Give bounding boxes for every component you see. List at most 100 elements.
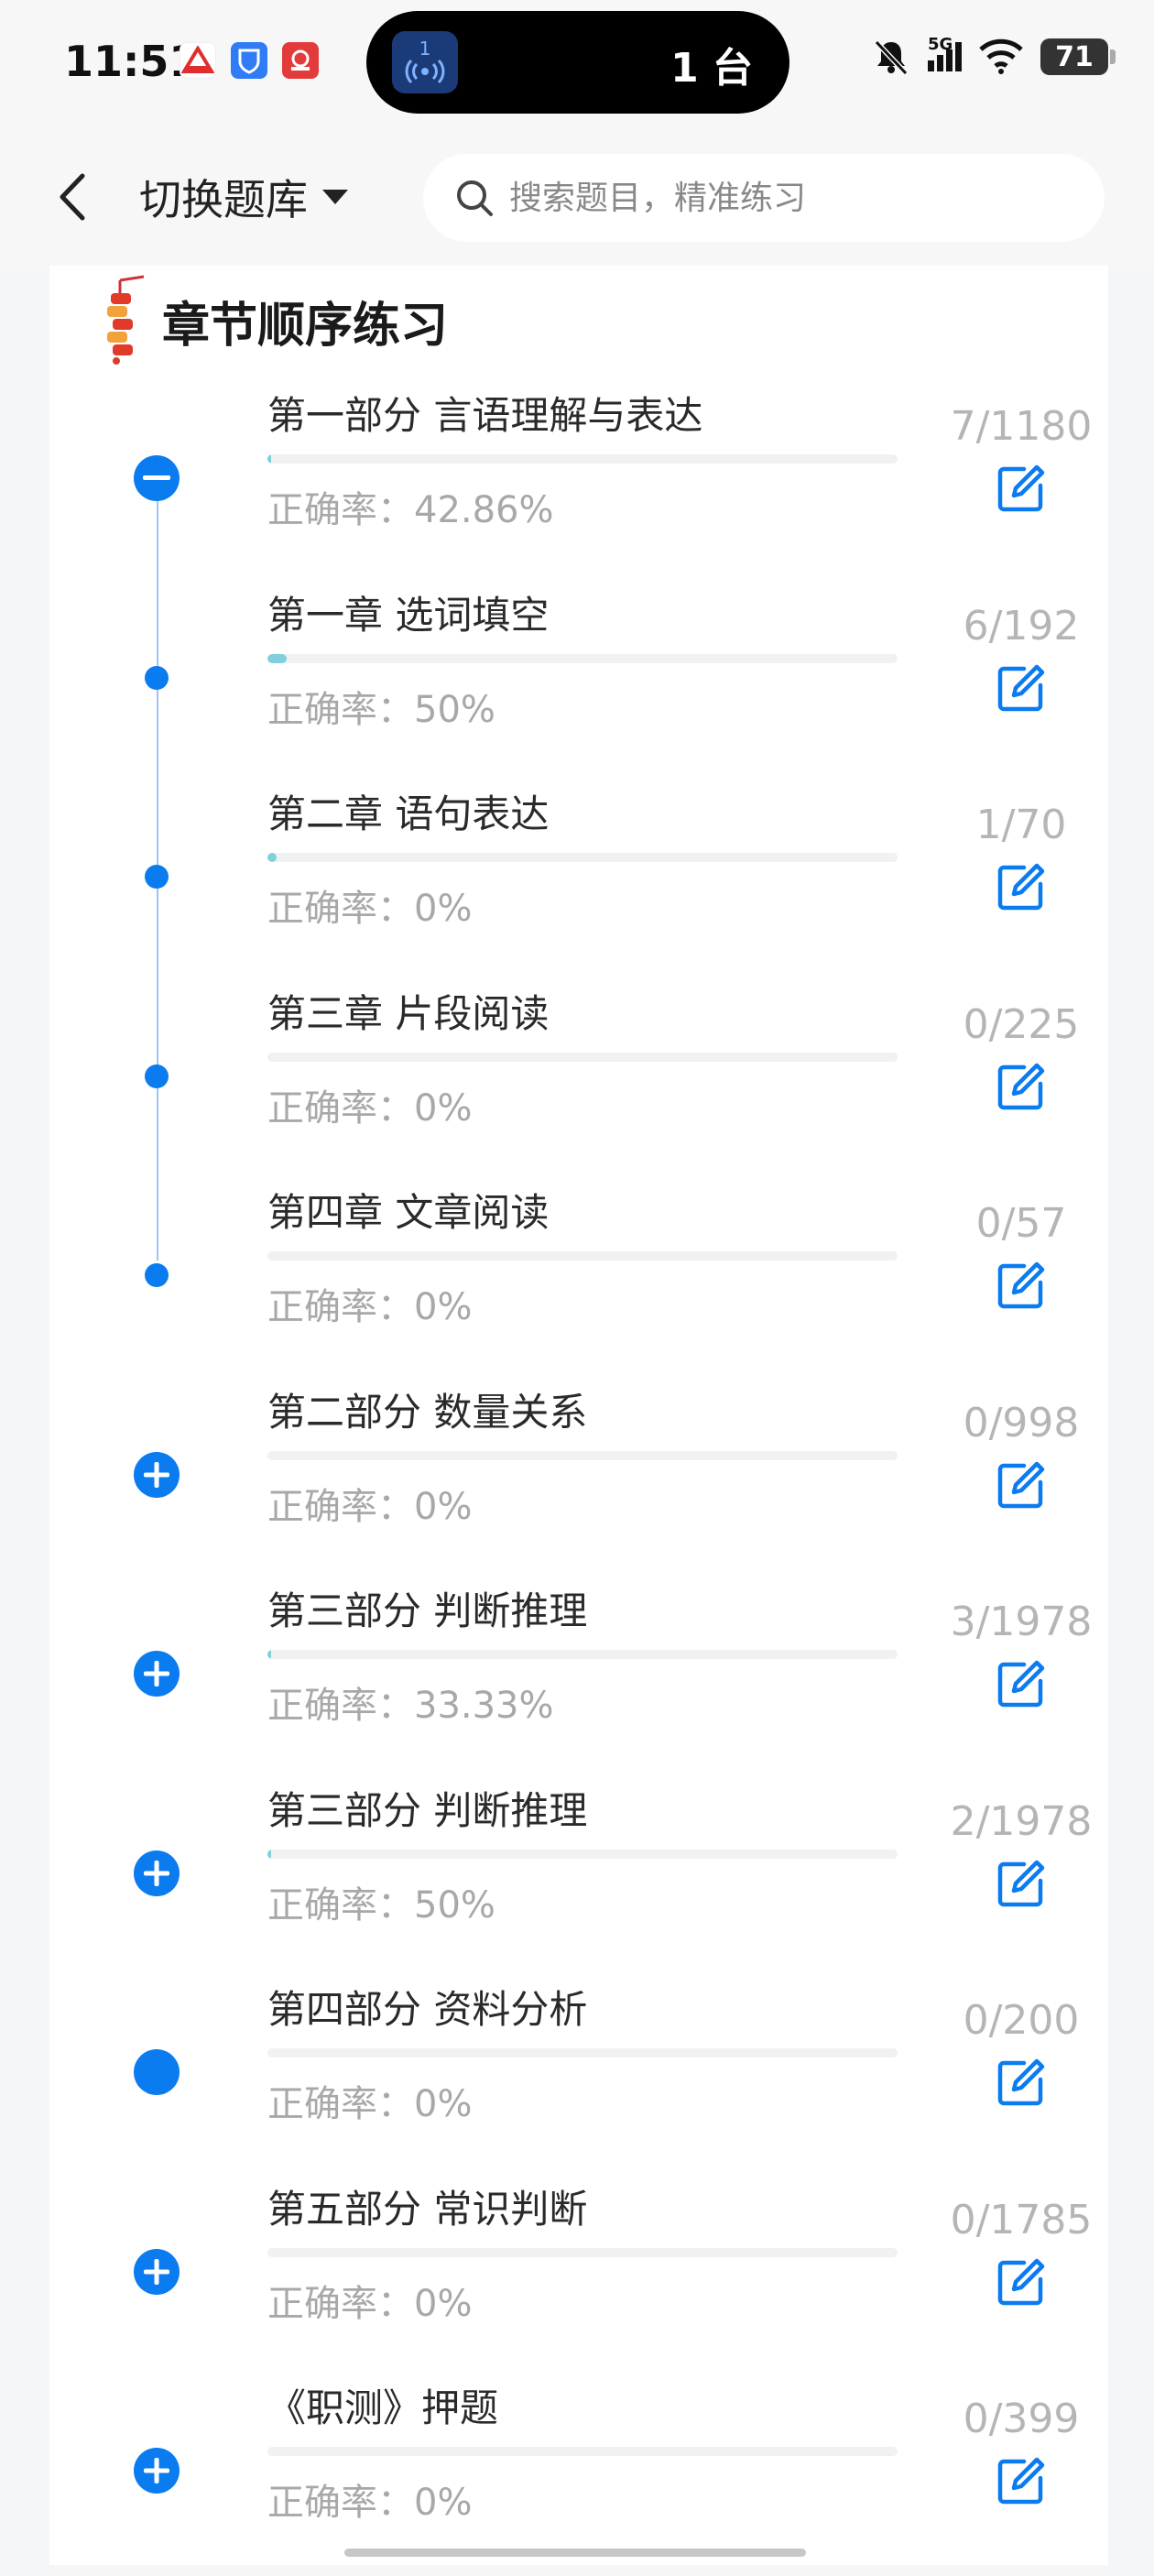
question-count: 0/1785 <box>950 2196 1093 2243</box>
accuracy-text: 正确率：50% <box>267 1883 495 1927</box>
progress-bar <box>267 2048 898 2058</box>
switch-bank-label: 切换题库 <box>139 175 308 224</box>
chapter-title: 第一章 选词填空 <box>267 592 550 638</box>
progress-bar <box>267 1052 898 1062</box>
search-input[interactable] <box>509 179 1059 217</box>
search-icon <box>457 180 493 216</box>
chapter-title: 第四章 文章阅读 <box>267 1190 550 1235</box>
progress-bar <box>267 2247 898 2257</box>
question-count: 3/1978 <box>950 1599 1093 1645</box>
edit-icon <box>997 1261 1045 1309</box>
section-title: 章节顺序练习 <box>162 298 449 354</box>
practice-edit-button[interactable] <box>989 2252 1053 2312</box>
practice-edit-button[interactable] <box>989 1056 1053 1117</box>
edit-icon <box>997 1461 1045 1508</box>
switch-bank-dropdown[interactable]: 切换题库 <box>139 165 350 229</box>
chapter-row[interactable]: 第五部分 常识判断 正确率：0% 0/1785 <box>49 2178 1108 2377</box>
chapter-row[interactable]: 第二部分 数量关系 正确率：0% 0/998 <box>49 1381 1108 1580</box>
progress-fill <box>267 454 272 464</box>
edit-icon <box>997 2457 1045 2505</box>
progress-bar <box>267 2447 898 2456</box>
practice-edit-button[interactable] <box>989 1654 1053 1714</box>
expand-plus-icon[interactable] <box>134 1451 180 1498</box>
edit-icon <box>997 1860 1045 1906</box>
island-text: 1 台 <box>670 45 753 92</box>
shopping-app-icon <box>282 42 319 79</box>
chapter-title: 第四部分 资料分析 <box>267 1987 588 2032</box>
back-button[interactable] <box>46 165 101 229</box>
battery-icon: 71 <box>1040 38 1116 75</box>
timeline-dot <box>145 1064 169 1088</box>
chapter-row[interactable]: 第一章 选词填空 正确率：50% 6/192 <box>49 584 1108 783</box>
question-count: 2/1978 <box>950 1797 1093 1845</box>
collapse-minus-icon[interactable] <box>134 455 180 501</box>
accuracy-text: 正确率：0% <box>267 2482 473 2524</box>
progress-bar <box>267 454 898 464</box>
practice-edit-button[interactable] <box>989 2052 1053 2112</box>
home-indicator[interactable] <box>344 2549 806 2557</box>
practice-edit-button[interactable] <box>989 458 1053 518</box>
progress-bar <box>267 1450 898 1460</box>
chapter-row[interactable]: 《职测》押题 正确率：0% 0/399 <box>49 2377 1108 2576</box>
question-count: 7/1180 <box>950 403 1093 450</box>
practice-edit-button[interactable] <box>989 1455 1053 1515</box>
status-right: 5G 71 <box>871 35 1116 77</box>
expand-plus-icon[interactable] <box>134 2448 180 2494</box>
timeline-dot <box>145 665 169 690</box>
chapter-title: 《职测》押题 <box>267 2385 499 2430</box>
question-count: 0/57 <box>975 1200 1067 1247</box>
chapter-row[interactable]: 第一部分 言语理解与表达 正确率：42.86% 7/1180 <box>49 385 1108 584</box>
practice-edit-button[interactable] <box>989 1853 1053 1914</box>
chapter-title: 第三部分 判断推理 <box>267 1787 588 1833</box>
expand-plus-icon[interactable] <box>134 1850 180 1896</box>
chapter-title: 第二部分 数量关系 <box>267 1389 588 1435</box>
status-time: 11:51 <box>64 37 199 86</box>
accuracy-text: 正确率：0% <box>267 888 473 930</box>
status-app-icons <box>180 42 319 79</box>
accuracy-text: 正确率：33.33% <box>267 1685 554 1727</box>
search-box[interactable] <box>423 154 1105 242</box>
chapter-row[interactable]: 第四章 文章阅读 正确率：0% 0/57 <box>49 1182 1108 1381</box>
question-count: 1/70 <box>975 802 1067 848</box>
broadcast-icon: 1 <box>392 31 458 93</box>
caret-down-icon <box>322 190 348 204</box>
expand-plus-icon[interactable] <box>134 2248 180 2295</box>
accuracy-text: 正确率：0% <box>267 1286 473 1328</box>
shield-app-icon <box>231 42 267 79</box>
wifi-icon <box>979 38 1023 74</box>
chapter-row[interactable]: 第三部分 判断推理 正确率：33.33% 3/1978 <box>49 1580 1108 1779</box>
edit-icon <box>997 1660 1045 1708</box>
progress-bar <box>267 1650 898 1659</box>
progress-fill <box>267 853 277 862</box>
accuracy-text: 正确率：0% <box>267 2282 473 2325</box>
practice-edit-button[interactable] <box>989 1255 1053 1315</box>
chapter-row[interactable]: 第三部分 判断推理 正确率：50% 2/1978 <box>49 1780 1108 1979</box>
network-type: 5G <box>928 35 953 54</box>
firecracker-icon <box>107 275 145 365</box>
chapter-title: 第一部分 言语理解与表达 <box>267 393 703 438</box>
edit-icon <box>997 464 1045 512</box>
chapter-row[interactable]: 第三章 片段阅读 正确率：0% 0/225 <box>49 983 1108 1182</box>
edit-icon <box>997 863 1045 911</box>
chapter-row[interactable]: 第四部分 资料分析 正确率：0% 0/200 <box>49 1979 1108 2178</box>
practice-edit-button[interactable] <box>989 857 1053 917</box>
chapter-row[interactable]: 第二章 语句表达 正确率：0% 1/70 <box>49 783 1108 982</box>
accuracy-text: 正确率：0% <box>267 2083 473 2125</box>
accuracy-text: 正确率：0% <box>267 1485 473 1528</box>
timeline-dot <box>145 1263 169 1287</box>
timeline-solid-dot[interactable] <box>134 2049 180 2095</box>
expand-plus-icon[interactable] <box>134 1651 180 1697</box>
accuracy-text: 正确率：42.86% <box>267 489 554 531</box>
chapter-title: 第二章 语句表达 <box>267 791 550 836</box>
progress-bar <box>267 853 898 862</box>
chevron-left-icon <box>60 173 85 221</box>
progress-bar <box>267 653 898 663</box>
edit-icon <box>997 664 1045 711</box>
dynamic-island[interactable]: 1 1 台 <box>366 11 789 114</box>
practice-edit-button[interactable] <box>989 2450 1053 2511</box>
question-count: 6/192 <box>963 602 1080 649</box>
question-count: 0/200 <box>963 1997 1080 2044</box>
practice-edit-button[interactable] <box>989 658 1053 718</box>
section-header: 章节顺序练习 <box>100 266 448 376</box>
island-number: 1 <box>419 38 431 60</box>
